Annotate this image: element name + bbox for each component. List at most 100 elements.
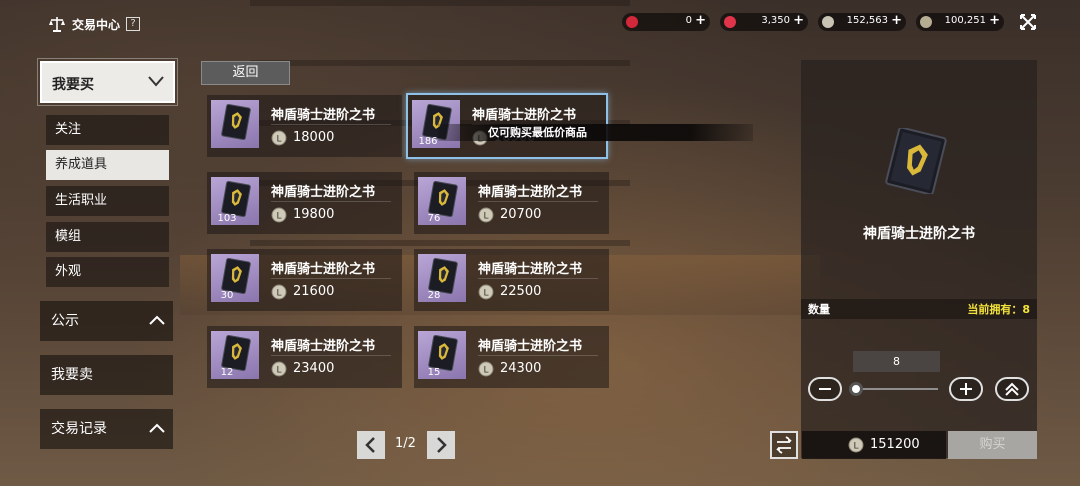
next-page-button[interactable] <box>427 431 455 459</box>
coin-icon: L <box>848 437 864 453</box>
sidebar-item-upgrade-items[interactable]: 养成道具 <box>46 150 169 180</box>
max-quantity-button[interactable] <box>995 377 1029 401</box>
sidebar-item-life-jobs[interactable]: 生活职业 <box>46 186 169 216</box>
item-price: 18000 <box>293 130 335 145</box>
refresh-icon <box>776 436 792 454</box>
silver-coin-icon <box>822 16 834 28</box>
sidebar-notice-label: 公示 <box>51 313 79 329</box>
svg-text:L: L <box>276 289 281 299</box>
add-silver-coin-button[interactable]: + <box>891 13 902 28</box>
increase-quantity-button[interactable] <box>949 377 983 401</box>
item-card[interactable]: 103 神盾骑士进阶之书 L 19800 <box>207 172 402 234</box>
book-icon <box>428 258 458 294</box>
svg-text:L: L <box>276 212 281 222</box>
item-price: 20700 <box>500 207 542 222</box>
item-card[interactable]: 12 神盾骑士进阶之书 L 23400 <box>207 326 402 388</box>
buy-button[interactable]: 购买 <box>948 431 1037 459</box>
quantity-slider-handle[interactable] <box>849 382 863 396</box>
sidebar-notice[interactable]: 公示 <box>40 301 173 341</box>
chevron-down-icon <box>148 76 164 87</box>
sidebar-item-modules[interactable]: 模组 <box>46 222 169 252</box>
item-name: 神盾骑士进阶之书 <box>478 339 583 354</box>
currency-silver-coin: 152,563 + <box>818 13 906 31</box>
svg-text:L: L <box>276 135 281 145</box>
chevron-up-icon <box>149 315 165 325</box>
book-icon <box>885 128 947 194</box>
item-name: 神盾骑士进阶之书 <box>271 108 376 123</box>
item-stock-count: 28 <box>427 290 441 301</box>
quantity-input[interactable]: 8 <box>853 351 940 372</box>
item-name: 神盾骑士进阶之书 <box>271 262 376 277</box>
book-icon <box>221 258 251 294</box>
currency-value: 100,251 <box>944 15 986 26</box>
svg-text:L: L <box>483 289 488 299</box>
item-card[interactable]: 神盾骑士进阶之书 L 18000 <box>207 95 402 157</box>
item-thumbnail: 12 <box>211 331 259 379</box>
coin-icon: L <box>478 361 494 377</box>
item-stock-count: 76 <box>427 213 441 224</box>
item-card[interactable]: 30 神盾骑士进阶之书 L 21600 <box>207 249 402 311</box>
coin-icon: L <box>478 207 494 223</box>
gold-coin-icon <box>920 16 932 28</box>
currency-value: 3,350 <box>761 15 790 26</box>
total-price: L 151200 <box>802 431 946 459</box>
lowest-price-tooltip: 仅可购买最低价商品 <box>438 124 753 141</box>
currency-red-crystal: 3,350 + <box>720 13 808 31</box>
item-price: 19800 <box>293 207 335 222</box>
detail-item-name: 神盾骑士进阶之书 <box>863 226 975 242</box>
coin-icon: L <box>478 284 494 300</box>
page-title: 交易中心 <box>72 17 121 32</box>
sidebar-records[interactable]: 交易记录 <box>40 409 173 449</box>
chevron-left-icon <box>365 437 375 453</box>
item-card[interactable]: 15 神盾骑士进阶之书 L 24300 <box>414 326 609 388</box>
back-button[interactable]: 返回 <box>201 61 290 85</box>
item-name: 神盾骑士进阶之书 <box>271 185 376 200</box>
help-button[interactable]: ? <box>126 17 141 31</box>
currency-red-gem: 0 + <box>622 13 710 31</box>
add-red-crystal-button[interactable]: + <box>793 13 804 28</box>
item-name: 神盾骑士进阶之书 <box>478 185 583 200</box>
scales-icon <box>49 17 65 32</box>
item-card[interactable]: 76 神盾骑士进阶之书 L 20700 <box>414 172 609 234</box>
double-chevron-up-icon <box>1005 382 1019 396</box>
item-stock-count: 15 <box>427 367 441 378</box>
chevron-right-icon <box>437 437 447 453</box>
item-stock-count: 103 <box>217 213 237 224</box>
sidebar-sell[interactable]: 我要卖 <box>40 355 173 395</box>
item-card[interactable]: 28 神盾骑士进阶之书 L 22500 <box>414 249 609 311</box>
sidebar-item-follow[interactable]: 关注 <box>46 115 169 145</box>
buy-dropdown[interactable]: 我要买 <box>37 58 178 106</box>
divider <box>271 124 391 125</box>
refresh-button[interactable] <box>770 431 798 459</box>
add-gold-coin-button[interactable]: + <box>989 13 1000 28</box>
divider <box>478 201 598 202</box>
minus-icon <box>819 388 831 390</box>
item-name: 神盾骑士进阶之书 <box>478 262 583 277</box>
book-icon <box>428 335 458 371</box>
sidebar-item-appearance[interactable]: 外观 <box>46 257 169 287</box>
coin-icon: L <box>271 361 287 377</box>
add-red-gem-button[interactable]: + <box>695 13 706 28</box>
book-icon <box>221 181 251 217</box>
prev-page-button[interactable] <box>357 431 385 459</box>
decrease-quantity-button[interactable] <box>808 377 842 401</box>
red-crystal-icon <box>724 16 736 28</box>
divider <box>271 278 391 279</box>
coin-icon: L <box>271 130 287 146</box>
item-thumbnail: 15 <box>418 331 466 379</box>
currency-value: 152,563 <box>846 15 888 26</box>
red-gem-icon <box>626 16 638 28</box>
item-price: 24300 <box>500 361 542 376</box>
title-area: 交易中心 ? <box>48 15 141 33</box>
item-thumbnail: 28 <box>418 254 466 302</box>
book-icon <box>221 335 251 371</box>
item-price: 22500 <box>500 284 542 299</box>
quantity-slider-track[interactable] <box>856 388 938 390</box>
divider <box>271 355 391 356</box>
coin-icon: L <box>271 284 287 300</box>
chevron-up-icon <box>149 423 165 433</box>
currency-value: 0 <box>685 15 692 26</box>
fullscreen-toggle-icon[interactable] <box>1018 12 1038 32</box>
book-icon <box>428 181 458 217</box>
item-price: 21600 <box>293 284 335 299</box>
